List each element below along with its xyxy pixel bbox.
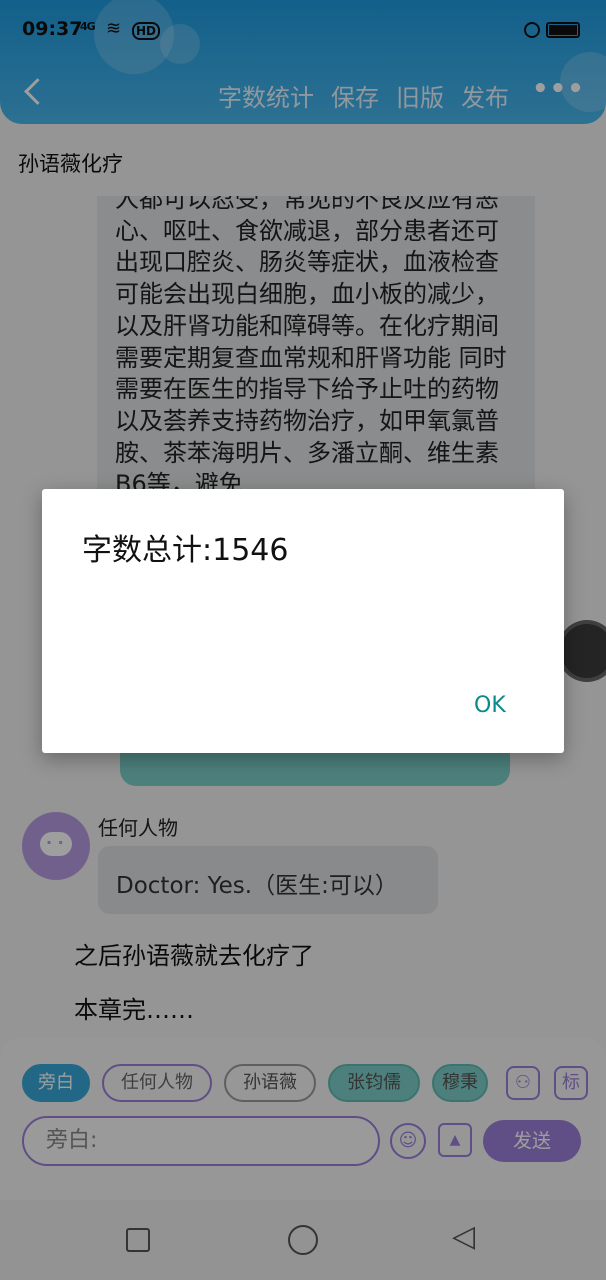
ok-button[interactable]: OK [474, 693, 506, 718]
word-count-dialog: 字数总计:1546 OK [42, 489, 564, 753]
dialog-message: 字数总计:1546 [82, 533, 289, 568]
